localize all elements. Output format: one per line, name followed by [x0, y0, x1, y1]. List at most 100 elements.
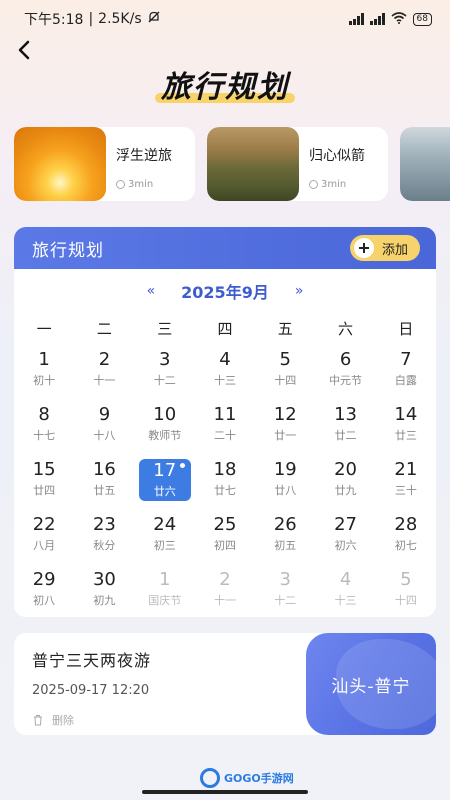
calendar-day[interactable]: 27 初六 [315, 508, 375, 563]
calendar-day[interactable]: 21 三十 [376, 453, 436, 508]
day-number: 17 [153, 460, 177, 481]
calendar-day[interactable]: 5 十四 [255, 343, 315, 398]
signal-2-icon [369, 13, 385, 25]
calendar-day[interactable]: 9 十八 [74, 398, 134, 453]
day-cell: 18 廿七 [214, 459, 237, 498]
day-number: 12 [273, 404, 297, 425]
day-number: 11 [213, 404, 237, 425]
story-info: 浮生逆旅 3min [106, 127, 172, 201]
calendar-day[interactable]: 18 廿七 [195, 453, 255, 508]
day-lunar: 初三 [153, 539, 176, 552]
calendar-day[interactable]: 14 廿三 [376, 398, 436, 453]
day-lunar: 十二 [153, 374, 176, 387]
day-lunar: 廿四 [33, 484, 56, 497]
watermark-logo-icon [200, 768, 220, 788]
day-number: 26 [273, 514, 297, 535]
calendar-day[interactable]: 1 国庆节 [135, 563, 195, 617]
status-right: 68 [348, 11, 432, 27]
day-number: 1 [158, 569, 171, 590]
month-nav: « 2025年9月 » [14, 269, 436, 313]
calendar-day[interactable]: 23 秋分 [74, 508, 134, 563]
signal-icon [348, 13, 364, 25]
prev-month-button[interactable]: « [147, 283, 156, 299]
delete-button[interactable]: 删除 [32, 712, 314, 728]
day-cell: 28 初七 [394, 514, 417, 553]
day-number: 14 [394, 404, 418, 425]
calendar-day[interactable]: 10 教师节 [135, 398, 195, 453]
day-number: 29 [32, 569, 56, 590]
page-title: 旅行规划 [155, 62, 295, 106]
day-number: 16 [92, 459, 116, 480]
calendar-day-selected[interactable]: 17 廿六 [135, 453, 195, 508]
trash-icon [34, 715, 42, 726]
weekday-label: 三 [157, 319, 173, 338]
calendar-day[interactable]: 8 十七 [14, 398, 74, 453]
calendar-day[interactable]: 25 初四 [195, 508, 255, 563]
plus-icon [353, 238, 374, 258]
day-number: 23 [92, 514, 116, 535]
calendar-day[interactable]: 24 初三 [135, 508, 195, 563]
calendar-day[interactable]: 12 廿一 [255, 398, 315, 453]
story-duration-text: 3min [321, 179, 347, 190]
calendar-day[interactable]: 4 十三 [195, 343, 255, 398]
day-number: 28 [394, 514, 418, 535]
calendar-day[interactable]: 15 廿四 [14, 453, 74, 508]
calendar-day[interactable]: 2 十一 [74, 343, 134, 398]
calendar-day[interactable]: 3 十二 [255, 563, 315, 617]
trip-card[interactable]: 普宁三天两夜游 2025-09-17 12:20 删除 汕头-普宁 [14, 633, 436, 735]
planner-title: 旅行规划 [32, 240, 104, 261]
calendar-day[interactable]: 6 中元节 [315, 343, 375, 398]
day-number: 5 [400, 569, 412, 590]
day-number: 5 [279, 349, 291, 370]
calendar-day[interactable]: 20 廿九 [315, 453, 375, 508]
calendar-day[interactable]: 5 十四 [376, 563, 436, 617]
day-cell: 6 中元节 [329, 349, 362, 388]
watermark-text: GOGO手游网 [224, 772, 294, 785]
calendar-day[interactable]: 16 廿五 [74, 453, 134, 508]
next-month-button[interactable]: » [295, 283, 304, 299]
day-lunar: 十四 [394, 594, 417, 607]
story-card-1[interactable]: 浮生逆旅 3min [14, 127, 195, 201]
home-indicator[interactable] [142, 790, 308, 794]
calendar-day[interactable]: 1 初十 [14, 343, 74, 398]
day-cell: 3 十二 [154, 349, 176, 388]
story-name: 归心似箭 [309, 148, 365, 164]
day-lunar: 白露 [394, 374, 417, 387]
day-lunar: 廿五 [93, 484, 116, 497]
status-speed: 2.5K/s [98, 11, 142, 27]
add-button-label: 添加 [381, 242, 408, 258]
weekday-label: 日 [398, 319, 414, 338]
day-number: 4 [219, 349, 231, 370]
day-cell: 9 十八 [93, 404, 115, 443]
calendar-day[interactable]: 7 白露 [376, 343, 436, 398]
calendar-day[interactable]: 2 十一 [195, 563, 255, 617]
calendar-day[interactable]: 26 初五 [255, 508, 315, 563]
add-button[interactable]: 添加 [349, 235, 420, 261]
calendar-day[interactable]: 22 八月 [14, 508, 74, 563]
day-number: 21 [394, 459, 418, 480]
day-number: 18 [213, 459, 237, 480]
day-number: 8 [38, 404, 50, 425]
battery-icon: 68 [412, 12, 432, 26]
calendar-day[interactable]: 3 十二 [135, 343, 195, 398]
back-button[interactable] [12, 38, 36, 62]
clock-icon [309, 180, 318, 189]
day-lunar: 十八 [93, 429, 116, 442]
status-divider: | [88, 11, 94, 27]
calendar-day[interactable]: 11 二十 [195, 398, 255, 453]
day-lunar: 廿二 [334, 429, 357, 442]
day-lunar: 初九 [93, 594, 116, 607]
story-card-3[interactable] [400, 127, 450, 201]
calendar-day[interactable]: 29 初八 [14, 563, 74, 617]
day-lunar: 廿三 [394, 429, 417, 442]
calendar-day[interactable]: 28 初七 [376, 508, 436, 563]
day-cell: 15 廿四 [33, 459, 56, 498]
day-cell: 12 廿一 [274, 404, 297, 443]
weekday-label: 四 [217, 319, 233, 338]
story-card-2[interactable]: 归心似箭 3min [207, 127, 388, 201]
day-number: 27 [334, 514, 358, 535]
calendar-day[interactable]: 13 廿二 [315, 398, 375, 453]
calendar-day[interactable]: 30 初九 [74, 563, 134, 617]
calendar-day[interactable]: 19 廿八 [255, 453, 315, 508]
calendar-day[interactable]: 4 十三 [315, 563, 375, 617]
